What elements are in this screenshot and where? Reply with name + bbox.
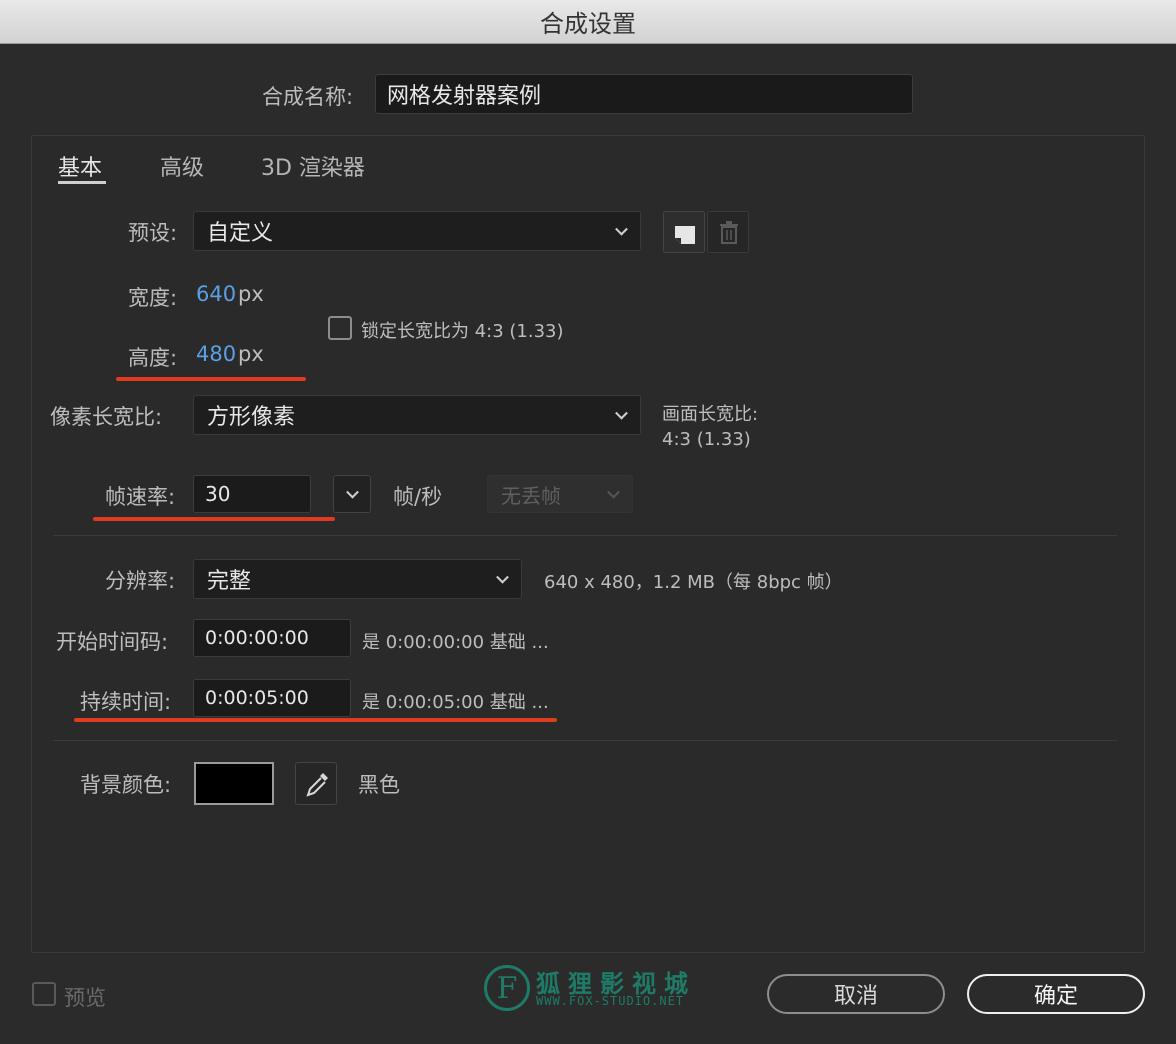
- trash-icon: [720, 221, 738, 244]
- height-value[interactable]: 480: [196, 342, 236, 366]
- frame-rate-dropdown-button[interactable]: [333, 475, 371, 513]
- ok-button[interactable]: 确定: [967, 974, 1145, 1014]
- settings-panel: [31, 135, 1145, 953]
- watermark-logo: F: [484, 965, 530, 1011]
- drop-frame-value: 无丢帧: [501, 483, 561, 508]
- eyedropper-icon: [306, 773, 328, 797]
- resolution-value: 完整: [207, 569, 252, 594]
- background-color-label: 背景颜色:: [80, 773, 172, 797]
- width-unit: px: [238, 282, 264, 306]
- delete-preset-button[interactable]: [707, 211, 749, 253]
- duration-input[interactable]: 0:00:05:00: [193, 679, 351, 717]
- title-bar: 合成设置: [0, 0, 1176, 44]
- background-color-swatch[interactable]: [194, 762, 274, 805]
- duration-label: 持续时间:: [80, 690, 172, 714]
- preview-checkbox[interactable]: [32, 982, 56, 1006]
- tab-basic[interactable]: 基本: [58, 150, 102, 182]
- eyedropper-button[interactable]: [295, 762, 337, 805]
- start-timecode-label: 开始时间码:: [56, 630, 169, 654]
- resolution-dropdown[interactable]: 完整: [193, 559, 522, 599]
- width-label: 宽度:: [128, 286, 178, 310]
- window-title: 合成设置: [540, 10, 636, 38]
- preview-label: 预览: [64, 986, 106, 1010]
- watermark-url: WWW.FOX-STUDIO.NET: [536, 994, 685, 1008]
- annotation-underline-height: [116, 377, 306, 381]
- new-preset-button[interactable]: [663, 211, 705, 253]
- width-value[interactable]: 640: [196, 282, 236, 306]
- lock-aspect-label: 锁定长宽比为 4:3 (1.33): [361, 321, 564, 342]
- preset-dropdown[interactable]: 自定义: [193, 211, 641, 251]
- separator: [53, 535, 1117, 536]
- frame-rate-unit: 帧/秒: [393, 485, 443, 509]
- height-unit: px: [238, 342, 264, 366]
- tab-basic-underline: [58, 181, 106, 184]
- duration-note[interactable]: 是 0:00:05:00 基础 ...: [362, 688, 549, 714]
- new-preset-icon: [675, 226, 695, 244]
- chevron-down-icon: [496, 570, 509, 584]
- start-timecode-input[interactable]: 0:00:00:00: [193, 619, 351, 657]
- pixel-aspect-label: 像素长宽比:: [50, 405, 163, 429]
- comp-name-input[interactable]: 网格发射器案例: [375, 74, 913, 114]
- frame-rate-label: 帧速率:: [105, 485, 176, 509]
- resolution-label: 分辨率:: [105, 569, 176, 593]
- frame-aspect-label: 画面长宽比:: [662, 404, 759, 425]
- watermark-logo-letter: F: [496, 970, 518, 1006]
- annotation-underline-duration: [74, 718, 557, 722]
- tab-advanced[interactable]: 高级: [160, 150, 204, 182]
- chevron-down-icon: [346, 485, 359, 499]
- tab-3d-renderer[interactable]: 3D 渲染器: [261, 150, 365, 182]
- lock-aspect-checkbox[interactable]: [328, 316, 352, 340]
- chevron-down-icon: [615, 406, 628, 420]
- drop-frame-dropdown: 无丢帧: [487, 475, 633, 513]
- background-color-name: 黑色: [358, 773, 400, 797]
- preset-value: 自定义: [207, 221, 274, 246]
- frame-aspect-value: 4:3 (1.33): [662, 429, 751, 450]
- annotation-underline-frame-rate: [93, 517, 335, 521]
- pixel-aspect-dropdown[interactable]: 方形像素: [193, 395, 641, 435]
- chevron-down-icon: [607, 485, 620, 499]
- cancel-button[interactable]: 取消: [767, 974, 945, 1014]
- pixel-aspect-value: 方形像素: [207, 405, 296, 430]
- chevron-down-icon: [615, 222, 628, 236]
- start-timecode-note[interactable]: 是 0:00:00:00 基础 ...: [362, 628, 549, 654]
- frame-rate-input[interactable]: 30: [193, 475, 311, 513]
- preset-label: 预设:: [128, 221, 178, 245]
- height-label: 高度:: [128, 346, 178, 370]
- resolution-info: 640 x 480，1.2 MB（每 8bpc 帧）: [544, 572, 843, 593]
- separator: [53, 740, 1117, 741]
- comp-name-label: 合成名称:: [262, 85, 354, 109]
